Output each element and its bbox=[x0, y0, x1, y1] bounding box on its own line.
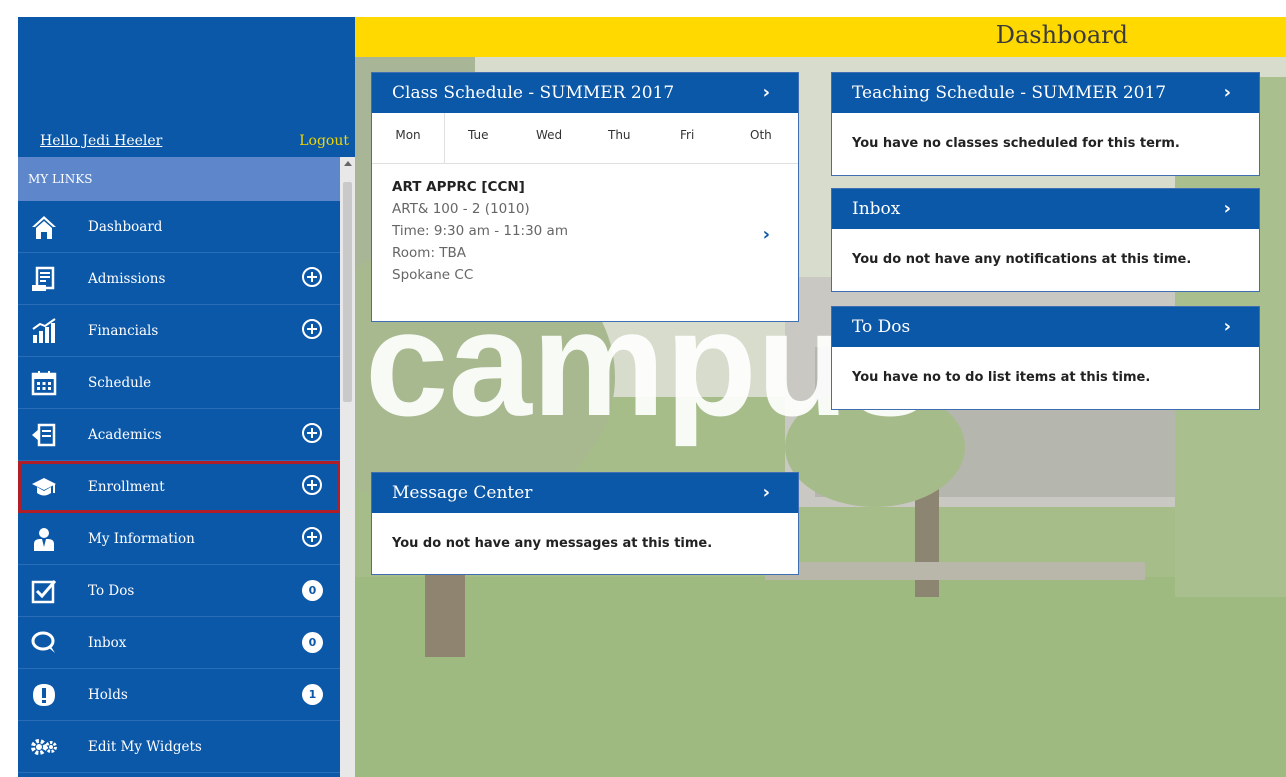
calendar-icon bbox=[31, 371, 57, 396]
sidebar-item-label: Inbox bbox=[88, 635, 127, 651]
scroll-up-icon[interactable] bbox=[344, 161, 352, 166]
sidebar-item-label: Admissions bbox=[88, 271, 166, 287]
checkbox-icon bbox=[31, 580, 57, 604]
sidebar-item-label: My Information bbox=[88, 531, 195, 547]
todos-card: To Dos › You have no to do list items at… bbox=[831, 306, 1260, 410]
tab-oth[interactable]: Oth bbox=[750, 113, 772, 163]
financials-icon bbox=[32, 318, 56, 343]
card-title: Teaching Schedule - SUMMER 2017 bbox=[852, 83, 1167, 103]
sidebar-item-label: Edit My Widgets bbox=[88, 739, 202, 755]
sidebar-item-label: Academics bbox=[88, 427, 162, 443]
sidebar-item-enrollment[interactable]: Enrollment bbox=[18, 461, 340, 513]
chevron-right-icon[interactable]: › bbox=[1224, 189, 1231, 229]
alert-icon bbox=[33, 684, 55, 706]
course-campus: Spokane CC bbox=[392, 267, 474, 283]
card-title: Message Center bbox=[392, 483, 533, 503]
scrollbar-thumb[interactable] bbox=[343, 182, 352, 402]
tab-thu[interactable]: Thu bbox=[608, 113, 631, 163]
teaching-schedule-header[interactable]: Teaching Schedule - SUMMER 2017 › bbox=[832, 73, 1259, 113]
chevron-right-icon[interactable]: › bbox=[763, 224, 770, 246]
app-frame: Hello Jedi Heeler Logout MY LINKS Dashbo… bbox=[18, 17, 1286, 777]
sidebar-item-label: Dashboard bbox=[88, 219, 163, 235]
sidebar-item-edit-widgets[interactable]: Edit My Widgets bbox=[18, 721, 340, 773]
message-center-card: Message Center › You do not have any mes… bbox=[371, 472, 799, 575]
chevron-right-icon[interactable]: › bbox=[763, 473, 770, 513]
sidebar-item-financials[interactable]: Financials bbox=[18, 305, 340, 357]
page-title: Dashboard bbox=[995, 21, 1128, 49]
message-center-header[interactable]: Message Center › bbox=[372, 473, 798, 513]
gears-icon bbox=[31, 739, 57, 755]
sidebar-nav: Dashboard Admissions Financials Schedule… bbox=[18, 201, 340, 773]
course-entry[interactable]: ART APPRC [CCN] ART& 100 - 2 (1010) Time… bbox=[372, 164, 798, 286]
chevron-right-icon[interactable]: › bbox=[1224, 73, 1231, 113]
home-icon bbox=[32, 216, 56, 239]
course-time: Time: 9:30 am - 11:30 am bbox=[392, 223, 568, 239]
course-name: ART APPRC [CCN] bbox=[392, 179, 525, 195]
card-title: To Dos bbox=[852, 317, 911, 337]
sidebar-item-inbox[interactable]: Inbox 0 bbox=[18, 617, 340, 669]
sidebar-item-label: Holds bbox=[88, 687, 128, 703]
inbox-header[interactable]: Inbox › bbox=[832, 189, 1259, 229]
tab-fri[interactable]: Fri bbox=[680, 113, 694, 163]
tab-mon[interactable]: Mon bbox=[372, 113, 445, 163]
sidebar-item-label: Enrollment bbox=[88, 479, 165, 495]
graduation-cap-icon bbox=[32, 478, 56, 496]
class-schedule-card: Class Schedule - SUMMER 2017 › Mon Tue W… bbox=[371, 72, 799, 322]
card-title: Class Schedule - SUMMER 2017 bbox=[392, 83, 675, 103]
tab-tue[interactable]: Tue bbox=[468, 113, 489, 163]
logout-link[interactable]: Logout bbox=[299, 133, 349, 149]
sidebar-item-my-information[interactable]: My Information bbox=[18, 513, 340, 565]
expand-plus-icon[interactable] bbox=[302, 319, 322, 339]
page-header: Dashboard bbox=[355, 17, 1286, 57]
todo-count-badge: 0 bbox=[302, 580, 323, 601]
main-content: campus Dashboard Class Schedule - SUMMER… bbox=[355, 17, 1286, 777]
person-icon bbox=[34, 528, 54, 551]
course-section: ART& 100 - 2 (1010) bbox=[392, 201, 530, 217]
sidebar-item-to-dos[interactable]: To Dos 0 bbox=[18, 565, 340, 617]
message-center-message: You do not have any messages at this tim… bbox=[392, 536, 713, 551]
course-room: Room: TBA bbox=[392, 245, 467, 261]
inbox-message: You do not have any notifications at thi… bbox=[852, 252, 1192, 267]
sidebar-item-holds[interactable]: Holds 1 bbox=[18, 669, 340, 721]
expand-plus-icon[interactable] bbox=[302, 475, 322, 495]
class-schedule-header[interactable]: Class Schedule - SUMMER 2017 › bbox=[372, 73, 798, 113]
sidebar-item-schedule[interactable]: Schedule bbox=[18, 357, 340, 409]
inbox-card: Inbox › You do not have any notification… bbox=[831, 188, 1260, 292]
expand-plus-icon[interactable] bbox=[302, 527, 322, 547]
chat-icon bbox=[31, 631, 55, 653]
sidebar-item-admissions[interactable]: Admissions bbox=[18, 253, 340, 305]
sidebar: Hello Jedi Heeler Logout MY LINKS Dashbo… bbox=[18, 17, 355, 777]
greeting-link[interactable]: Hello Jedi Heeler bbox=[40, 133, 162, 149]
todos-header[interactable]: To Dos › bbox=[832, 307, 1259, 347]
teaching-schedule-card: Teaching Schedule - SUMMER 2017 › You ha… bbox=[831, 72, 1260, 176]
sidebar-item-label: Financials bbox=[88, 323, 159, 339]
sidebar-item-academics[interactable]: Academics bbox=[18, 409, 340, 461]
expand-plus-icon[interactable] bbox=[302, 423, 322, 443]
chevron-right-icon[interactable]: › bbox=[1224, 307, 1231, 347]
admissions-icon bbox=[32, 266, 55, 291]
expand-plus-icon[interactable] bbox=[302, 267, 322, 287]
chevron-right-icon[interactable]: › bbox=[763, 73, 770, 113]
todos-message: You have no to do list items at this tim… bbox=[852, 370, 1151, 385]
sidebar-item-dashboard[interactable]: Dashboard bbox=[18, 201, 340, 253]
teaching-schedule-message: You have no classes scheduled for this t… bbox=[852, 136, 1180, 151]
day-tabs: Mon Tue Wed Thu Fri Oth bbox=[372, 113, 798, 164]
holds-count-badge: 1 bbox=[302, 684, 323, 705]
sidebar-item-label: To Dos bbox=[88, 583, 135, 599]
my-links-header: MY LINKS bbox=[18, 157, 340, 201]
inbox-count-badge: 0 bbox=[302, 632, 323, 653]
tab-wed[interactable]: Wed bbox=[536, 113, 562, 163]
card-title: Inbox bbox=[852, 199, 901, 219]
sidebar-item-label: Schedule bbox=[88, 375, 152, 391]
academics-icon bbox=[32, 423, 56, 447]
